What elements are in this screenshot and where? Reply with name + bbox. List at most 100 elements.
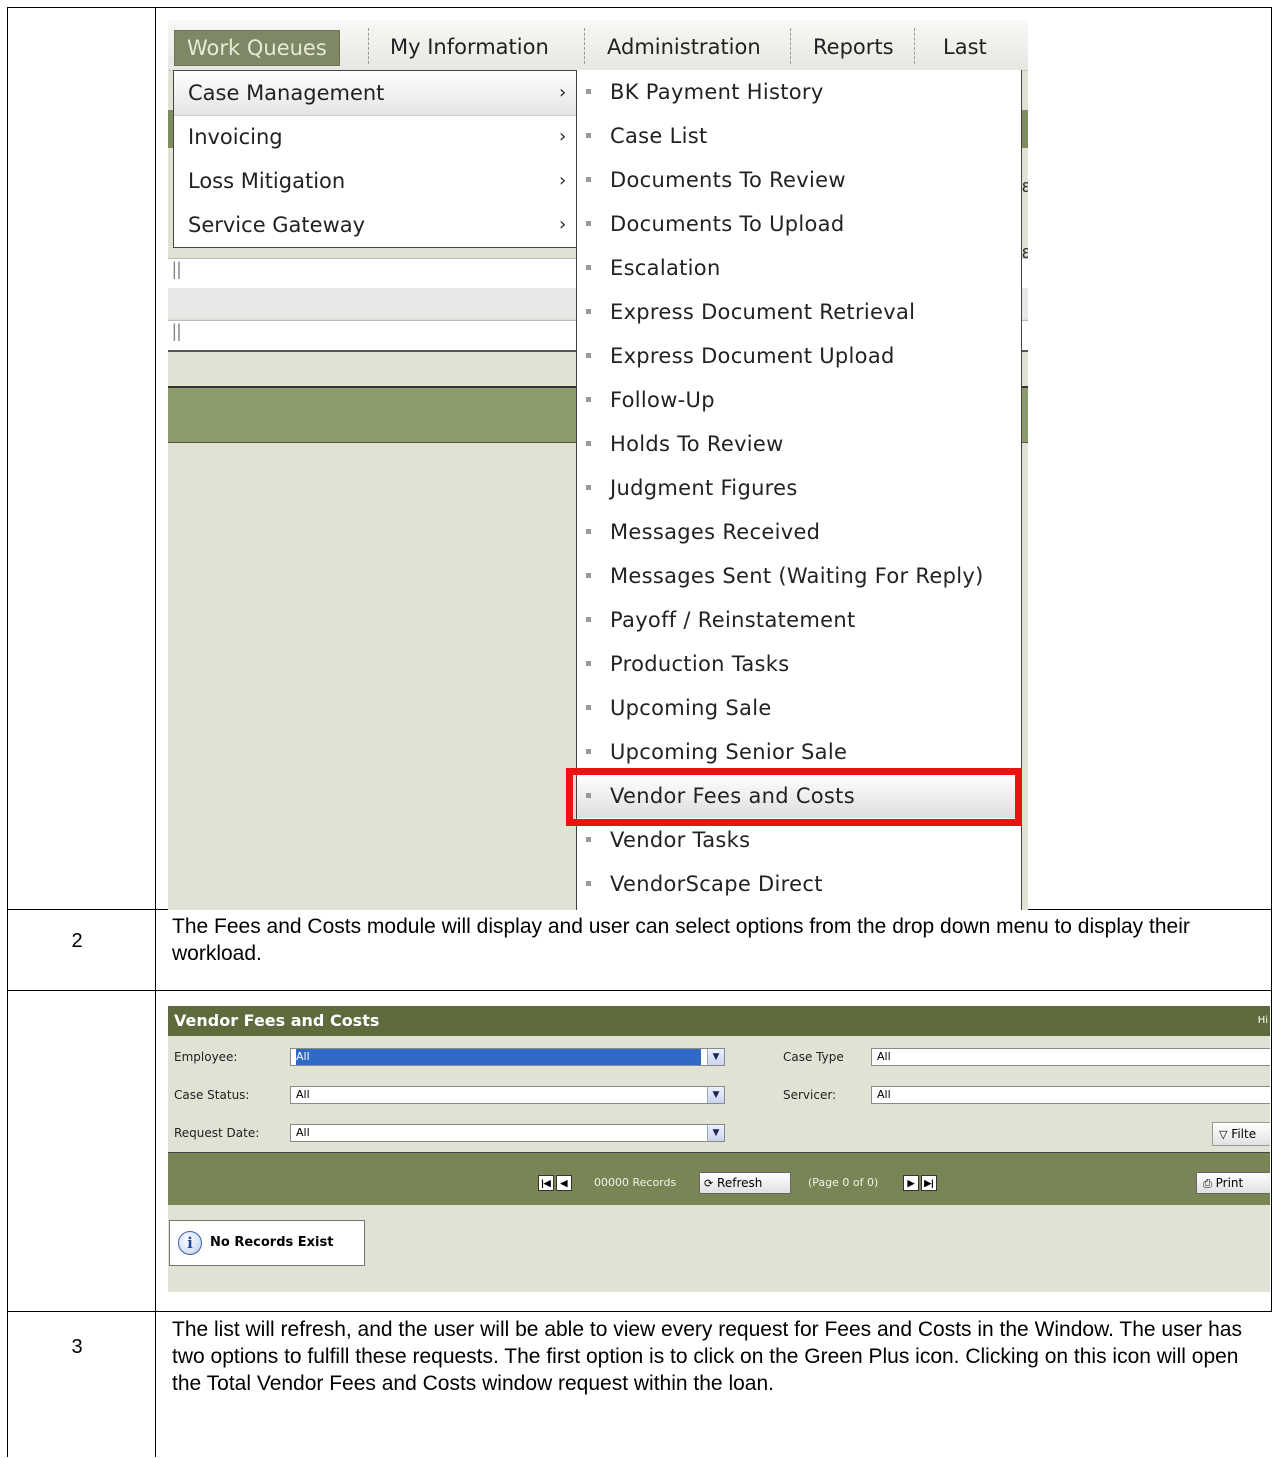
submenu-item-label: Express Document Retrieval	[610, 300, 916, 324]
bullet-icon	[586, 265, 591, 270]
employee-label: Employee:	[174, 1050, 238, 1064]
bullet-icon	[586, 221, 591, 226]
submenu-item[interactable]: Express Document Retrieval	[577, 290, 1021, 334]
employee-select[interactable]: All ▼	[290, 1048, 725, 1066]
menu-work-queues[interactable]: Work Queues	[174, 30, 340, 66]
bullet-icon	[586, 661, 591, 666]
menu-separator	[914, 28, 915, 64]
menu-item-service-gateway[interactable]: Service Gateway ›	[174, 203, 576, 247]
select-value: All	[296, 1126, 310, 1139]
menu-last-viewed[interactable]: Last Vie	[931, 30, 1028, 93]
bullet-icon	[586, 397, 591, 402]
submenu-item[interactable]: Follow-Up	[577, 378, 1021, 422]
submenu-item-label: Follow-Up	[610, 388, 715, 412]
submenu-item[interactable]: Escalation	[577, 246, 1021, 290]
request-date-select[interactable]: All ▼	[290, 1124, 725, 1142]
bullet-icon	[586, 89, 591, 94]
submenu-item[interactable]: Case List	[577, 114, 1021, 158]
bullet-icon	[586, 309, 591, 314]
no-records-message: i No Records Exist	[169, 1220, 365, 1266]
module-header: Vendor Fees and Costs Hi	[168, 1006, 1270, 1036]
case-type-label: Case Type	[783, 1050, 844, 1064]
bullet-icon	[586, 705, 591, 710]
submenu-item[interactable]: Payoff / Reinstatement	[577, 598, 1021, 642]
menu-separator	[584, 28, 585, 64]
menu-separator	[368, 28, 369, 64]
menu-item-label: Service Gateway	[188, 213, 366, 237]
first-page-icon[interactable]: |◀	[538, 1175, 554, 1191]
bullet-icon	[586, 881, 591, 886]
print-button-label: Print	[1215, 1176, 1244, 1190]
last-page-icon[interactable]: ▶|	[921, 1175, 937, 1191]
chevron-right-icon: ›	[559, 126, 567, 147]
menu-administration[interactable]: Administration	[595, 30, 773, 64]
request-date-label: Request Date:	[174, 1126, 260, 1140]
bullet-icon	[586, 485, 591, 490]
submenu-item[interactable]: VendorScape Direct	[577, 862, 1021, 906]
page-info: (Page 0 of 0)	[808, 1176, 879, 1189]
menu-item-invoicing[interactable]: Invoicing ›	[174, 115, 576, 159]
servicer-select[interactable]: All	[871, 1086, 1270, 1104]
menu-item-label: Case Management	[188, 81, 385, 105]
table-rule	[7, 990, 1272, 991]
bullet-icon	[586, 441, 591, 446]
case-status-label: Case Status:	[174, 1088, 250, 1102]
next-page-icon[interactable]: ▶	[903, 1175, 919, 1191]
submenu-item-label: Express Document Upload	[610, 344, 895, 368]
submenu-item[interactable]: BK Payment History	[577, 70, 1021, 114]
chevron-right-icon: ›	[559, 82, 567, 103]
table-rule	[1271, 7, 1272, 1311]
filter-button-label: Filte	[1231, 1127, 1257, 1141]
menu-item-label: Invoicing	[188, 125, 283, 149]
submenu-item-label: Upcoming Sale	[610, 696, 772, 720]
menu-my-information[interactable]: My Information	[378, 30, 561, 64]
select-value: All	[877, 1088, 891, 1101]
select-value: All	[296, 1088, 310, 1101]
background-text-fragment: ε	[1022, 242, 1028, 262]
work-queues-dropdown: Case Management › Invoicing › Loss Mitig…	[173, 70, 577, 248]
submenu-item-label: Holds To Review	[610, 432, 784, 456]
step-number: 3	[71, 1336, 83, 1358]
bullet-icon	[586, 177, 591, 182]
bullet-icon	[586, 617, 591, 622]
prev-page-icon[interactable]: ◀	[556, 1175, 572, 1191]
submenu-item[interactable]: Holds To Review	[577, 422, 1021, 466]
menu-separator	[790, 28, 791, 64]
submenu-item[interactable]: Documents To Upload	[577, 202, 1021, 246]
menu-item-loss-mitigation[interactable]: Loss Mitigation ›	[174, 159, 576, 203]
submenu-item[interactable]: Express Document Upload	[577, 334, 1021, 378]
step-text: The list will refresh, and the user will…	[172, 1318, 1242, 1395]
print-button[interactable]: ⎙ Print	[1196, 1172, 1270, 1194]
chevron-down-icon: ▼	[707, 1125, 724, 1141]
no-records-text: No Records Exist	[210, 1235, 334, 1250]
submenu-item[interactable]: Documents To Review	[577, 158, 1021, 202]
menu-item-case-management[interactable]: Case Management ›	[174, 71, 576, 116]
submenu-item[interactable]: Upcoming Sale	[577, 686, 1021, 730]
case-type-select[interactable]: All	[871, 1048, 1270, 1066]
info-icon: i	[178, 1231, 202, 1255]
bullet-icon	[586, 749, 591, 754]
step-number: 2	[71, 930, 83, 952]
submenu-item-label: Judgment Figures	[610, 476, 798, 500]
select-value: All	[296, 1049, 701, 1065]
highlight-box	[566, 768, 1022, 826]
chevron-right-icon: ›	[559, 214, 567, 235]
filter-button[interactable]: ▽ Filte	[1212, 1122, 1270, 1146]
vendor-fees-screenshot: Vendor Fees and Costs Hi Employee: All ▼…	[168, 1006, 1270, 1292]
submenu-item-label: BK Payment History	[610, 80, 824, 104]
submenu-item[interactable]: Messages Sent (Waiting For Reply)	[577, 554, 1021, 598]
submenu-item-label: Production Tasks	[610, 652, 790, 676]
submenu-item[interactable]: Messages Received	[577, 510, 1021, 554]
submenu-item[interactable]: Judgment Figures	[577, 466, 1021, 510]
refresh-icon: ⟳	[704, 1177, 714, 1190]
bullet-icon	[586, 133, 591, 138]
refresh-button[interactable]: ⟳ Refresh	[699, 1172, 791, 1194]
menu-reports[interactable]: Reports	[801, 30, 906, 64]
printer-icon: ⎙	[1203, 1177, 1212, 1190]
case-status-select[interactable]: All ▼	[290, 1086, 725, 1104]
module-title: Vendor Fees and Costs	[174, 1011, 380, 1030]
submenu-item-label: Case List	[610, 124, 708, 148]
submenu-item-label: Documents To Review	[610, 168, 846, 192]
submenu-item[interactable]: Production Tasks	[577, 642, 1021, 686]
submenu-item-label: VendorScape Direct	[610, 872, 823, 896]
